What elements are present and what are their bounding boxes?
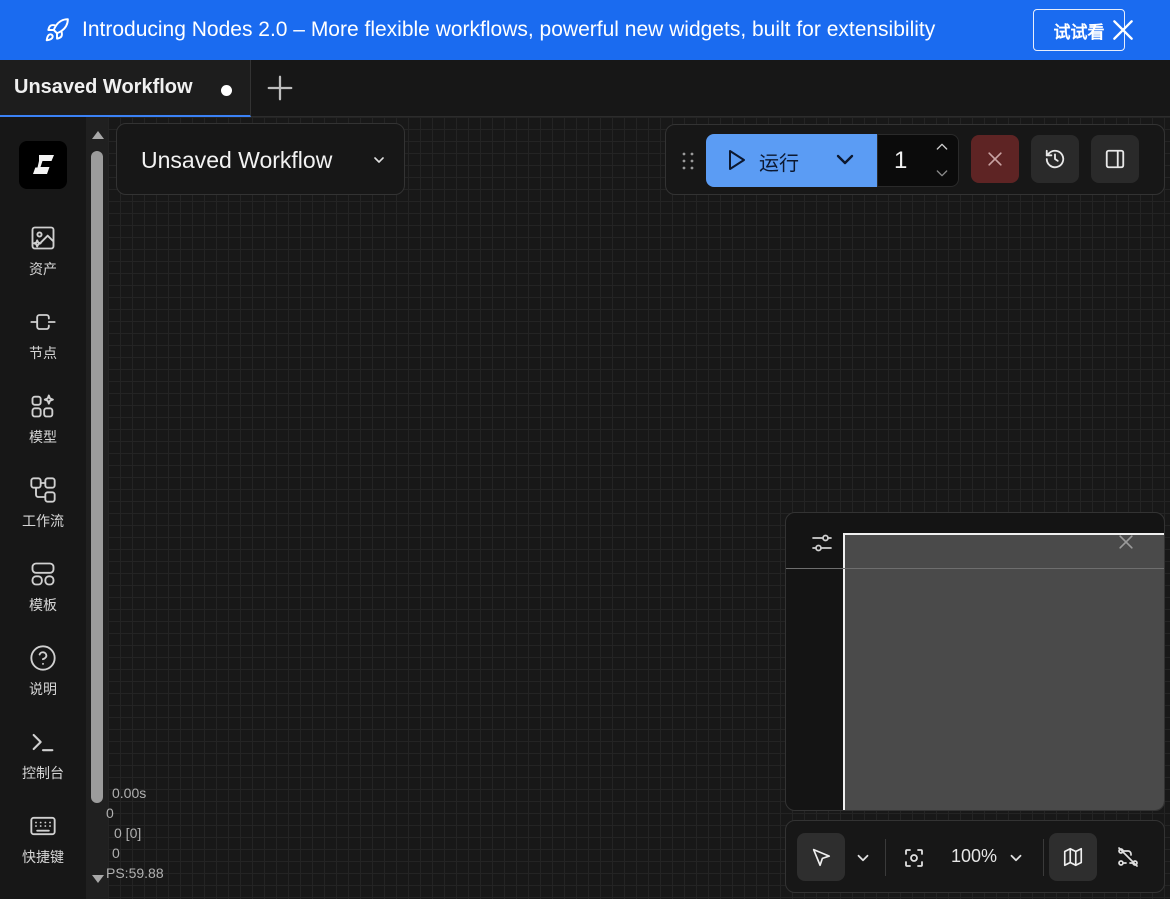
map-icon <box>1063 847 1083 867</box>
decrement-chevron-down-icon[interactable] <box>934 165 950 181</box>
sidebar-label: 模型 <box>29 429 57 445</box>
image-assets-icon <box>31 226 55 250</box>
node-icon <box>30 314 56 330</box>
announcement-banner: Introducing Nodes 2.0 – More flexible wo… <box>0 0 1170 60</box>
tab-label: Unsaved Workflow <box>14 76 193 98</box>
chevron-down-icon[interactable] <box>1007 849 1025 867</box>
scroll-up-arrow-icon[interactable] <box>92 131 104 139</box>
sidebar-item-nodes[interactable]: 节点 <box>0 308 86 378</box>
unsaved-indicator <box>221 85 232 96</box>
workflow-name: Unsaved Workflow <box>141 147 333 173</box>
run-label: 运行 <box>759 153 799 175</box>
render-stats: 0.00s 0 0 [0] 0 PS:59.88 <box>106 783 164 883</box>
minimap[interactable] <box>785 512 1165 811</box>
sidebar-label: 资产 <box>29 261 57 277</box>
pointer-cursor-icon <box>812 848 831 867</box>
scroll-down-arrow-icon[interactable] <box>92 875 104 883</box>
toggle-links-icon[interactable] <box>1116 845 1140 869</box>
close-minimap-icon[interactable] <box>1116 532 1136 552</box>
scrollbar-thumb[interactable] <box>91 151 103 803</box>
keyboard-icon <box>30 816 56 836</box>
batch-count-value[interactable]: 1 <box>894 147 907 175</box>
play-icon <box>729 150 745 170</box>
chevron-down-icon <box>374 157 384 163</box>
workflow-tab-bar: Unsaved Workflow <box>0 60 1170 117</box>
minimap-divider <box>786 568 1164 569</box>
toggle-minimap-button[interactable] <box>1049 833 1097 881</box>
zoom-level[interactable]: 100% <box>951 846 997 867</box>
increment-chevron-up-icon[interactable] <box>934 139 950 155</box>
side-panel-icon <box>1105 149 1125 169</box>
sidebar-label: 工作流 <box>22 513 64 529</box>
sidebar-item-templates[interactable]: 模板 <box>0 560 86 630</box>
sidebar-item-console[interactable]: 控制台 <box>0 728 86 798</box>
left-sidebar: 资产 节点 模型 工作流 模板 说明 控制台 快捷键 <box>0 117 86 899</box>
sidebar-item-models[interactable]: 模型 <box>0 392 86 462</box>
workflow-icon <box>30 477 56 503</box>
stat-line: 0.00s <box>112 785 147 801</box>
run-mode-chevron-icon[interactable] <box>833 148 857 172</box>
terminal-icon <box>32 733 54 752</box>
canvas-controls-toolbar: 100% <box>785 820 1165 893</box>
toolbar-divider <box>1043 839 1044 876</box>
tab-unsaved-workflow[interactable]: Unsaved Workflow <box>0 60 251 117</box>
sidebar-label: 模板 <box>29 597 57 613</box>
sidebar-item-assets[interactable]: 资产 <box>0 224 86 294</box>
minimap-viewport[interactable] <box>843 533 1164 810</box>
stat-line: PS:59.88 <box>106 865 164 881</box>
stat-line: 0 [0] <box>114 825 142 841</box>
stat-line: 0 <box>106 805 114 821</box>
batch-count-stepper[interactable]: 1 <box>877 134 959 187</box>
sidebar-item-shortcuts[interactable]: 快捷键 <box>0 812 86 882</box>
sidebar-label: 快捷键 <box>22 849 64 865</box>
run-toolbar: 运行 1 <box>665 124 1165 195</box>
fit-view-focus-icon[interactable] <box>902 846 926 870</box>
sidebar-item-workflows[interactable]: 工作流 <box>0 476 86 546</box>
toggle-right-panel-button[interactable] <box>1091 135 1139 183</box>
close-banner-icon[interactable] <box>1110 17 1136 43</box>
sidebar-item-help[interactable]: 说明 <box>0 644 86 714</box>
interrupt-button[interactable] <box>971 135 1019 183</box>
sidebar-label: 节点 <box>29 345 57 361</box>
workflow-name-dropdown[interactable]: Unsaved Workflow <box>116 123 405 195</box>
comfy-logo-icon[interactable] <box>19 141 67 189</box>
new-tab-plus-icon[interactable] <box>265 73 295 103</box>
rocket-icon <box>45 18 69 42</box>
toolbar-divider <box>885 839 886 876</box>
banner-text: Introducing Nodes 2.0 – More flexible wo… <box>82 18 936 41</box>
models-sparkle-icon <box>31 394 54 418</box>
close-icon <box>988 152 1002 166</box>
queue-history-button[interactable] <box>1031 135 1079 183</box>
drag-handle-icon[interactable] <box>681 151 695 171</box>
settings-sliders-icon[interactable] <box>810 531 834 555</box>
sidebar-scrollbar[interactable] <box>86 117 108 899</box>
templates-icon <box>31 562 55 586</box>
help-icon <box>30 645 56 671</box>
run-button[interactable]: 运行 <box>706 134 877 187</box>
stat-line: 0 <box>112 845 120 861</box>
sidebar-label: 说明 <box>29 681 57 697</box>
history-icon <box>1045 149 1065 169</box>
sidebar-label: 控制台 <box>22 765 64 781</box>
select-mode-button[interactable] <box>797 833 845 881</box>
chevron-down-icon[interactable] <box>854 849 872 867</box>
